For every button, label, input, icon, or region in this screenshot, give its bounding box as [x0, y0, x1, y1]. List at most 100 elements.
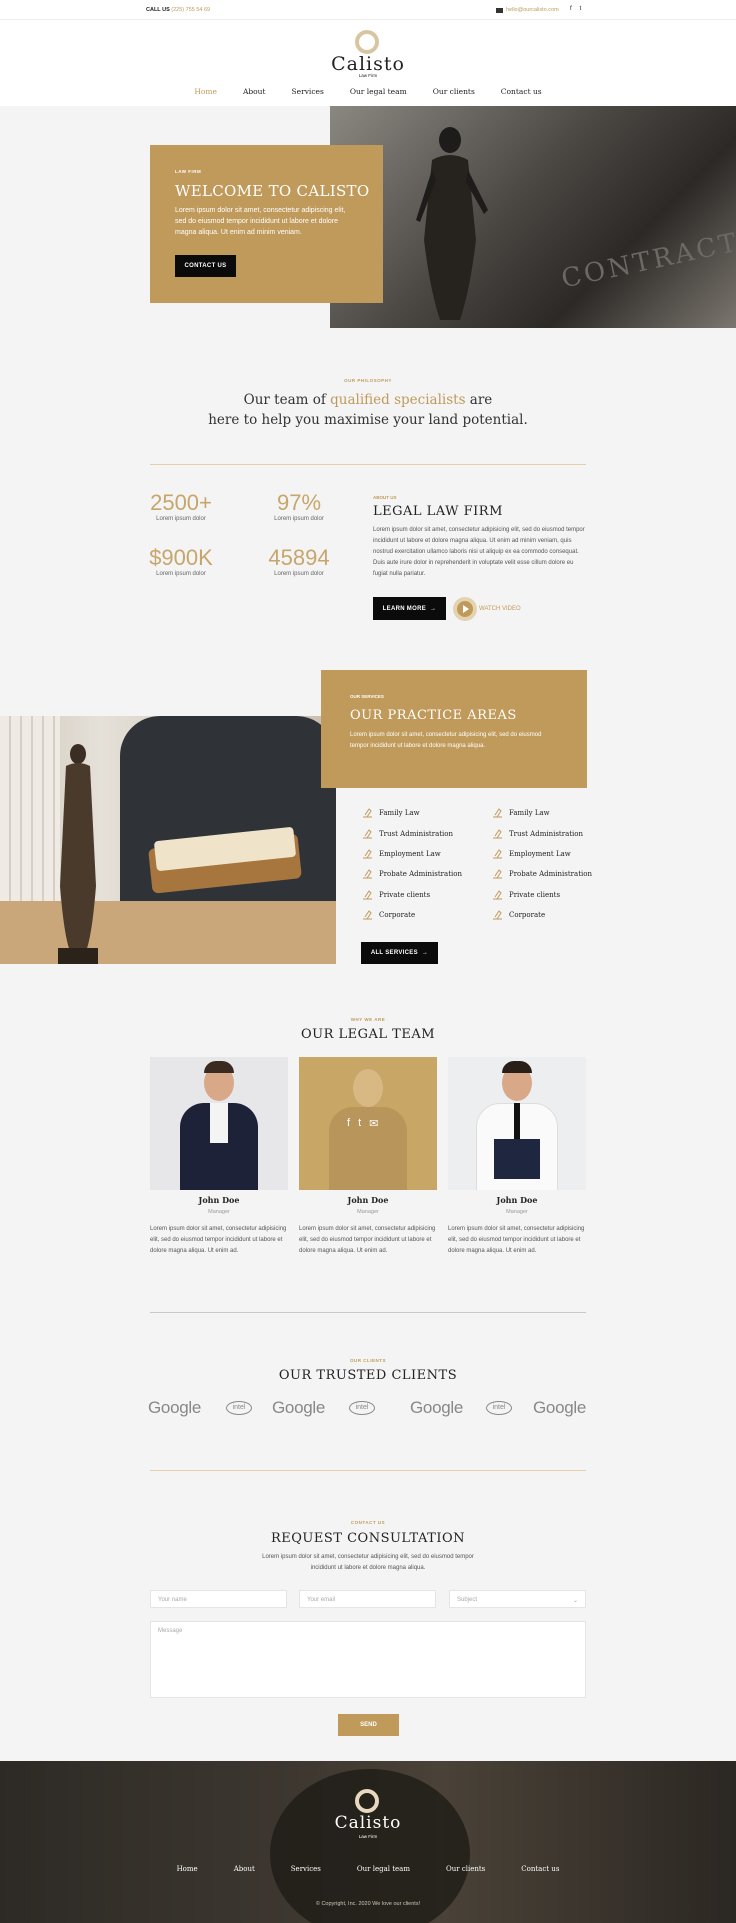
client-logo-google: Google — [272, 1398, 326, 1417]
practice-area-item[interactable]: Employment Law — [361, 847, 441, 860]
all-services-label: ALL SERVICES — [370, 950, 418, 956]
practice-area-item[interactable]: Trust Administration — [361, 827, 453, 840]
arrow-right-icon: → — [430, 605, 437, 612]
stat-label: Lorem ipsum dolor — [274, 571, 324, 577]
lawyer-reading-image — [0, 716, 336, 964]
facebook-icon[interactable]: f — [347, 1117, 350, 1130]
practice-area-label: Employment Law — [509, 849, 571, 858]
practice-area-item[interactable]: Family Law — [361, 806, 420, 819]
email-input[interactable]: Your email — [299, 1590, 436, 1608]
send-button[interactable]: SEND — [338, 1714, 399, 1736]
nav-home[interactable]: Home — [194, 87, 217, 96]
about-title: LEGAL LAW FIRM — [373, 504, 503, 519]
client-logo-google: Google — [533, 1398, 587, 1417]
subject-select[interactable]: Subject ⌄ — [449, 1590, 586, 1608]
justice-statue-icon — [416, 127, 488, 320]
site-footer: Calisto Law Firm Home About Services Our… — [0, 1761, 736, 1923]
practice-area-item[interactable]: Employment Law — [491, 847, 571, 860]
gavel-icon — [493, 910, 502, 920]
team-kicker: WHY WE ARE — [350, 1017, 386, 1022]
play-icon — [463, 605, 469, 613]
learn-more-label: LEARN MORE — [382, 605, 427, 612]
nav-legal-team[interactable]: Our legal team — [350, 87, 407, 96]
stat-label: Lorem ipsum dolor — [156, 571, 206, 577]
stat-value: $900K — [149, 545, 213, 570]
phone-link[interactable]: (225) 755 54 69 — [171, 7, 210, 13]
practice-area-label: Family Law — [379, 808, 420, 817]
practice-area-label: Probate Administration — [509, 869, 592, 878]
practice-area-item[interactable]: Corporate — [361, 908, 415, 921]
phil-text-c: are — [465, 392, 493, 408]
social-links: f t — [570, 6, 581, 12]
footer-nav-home[interactable]: Home — [177, 1865, 198, 1873]
services-kicker: OUR SERVICES — [350, 694, 384, 699]
footer-nav-about[interactable]: About — [234, 1865, 255, 1873]
email-link[interactable]: hello@ourcalisto.com — [506, 7, 559, 13]
philosophy-statement: Our team of qualified specialists are he… — [0, 390, 736, 430]
footer-tagline: Law Firm — [358, 1834, 378, 1839]
gavel-icon — [493, 869, 502, 879]
name-input[interactable]: Your name — [150, 1590, 287, 1608]
client-logo-google: Google — [148, 1398, 202, 1417]
practice-area-label: Corporate — [509, 910, 546, 919]
subject-label: Subject — [457, 1597, 478, 1603]
all-services-button[interactable]: ALL SERVICES → — [361, 942, 438, 964]
practice-area-item[interactable]: Private clients — [491, 888, 560, 901]
logo-icon[interactable] — [355, 30, 379, 54]
practice-area-item[interactable]: Probate Administration — [361, 867, 462, 880]
mail-icon[interactable]: ✉ — [369, 1117, 378, 1130]
footer-nav-services[interactable]: Services — [291, 1865, 321, 1873]
twitter-icon[interactable]: t — [358, 1117, 361, 1130]
nav-contact[interactable]: Contact us — [501, 87, 542, 96]
practice-area-label: Employment Law — [379, 849, 441, 858]
practice-text: Lorem ipsum dolor sit amet, consectetur … — [350, 732, 542, 749]
twitter-icon[interactable]: t — [580, 6, 582, 12]
practice-area-item[interactable]: Private clients — [361, 888, 430, 901]
footer-logo-icon[interactable] — [355, 1789, 379, 1813]
play-video-button[interactable] — [453, 597, 477, 621]
team-member-role: Manager — [208, 1209, 230, 1215]
contact-text: Lorem ipsum dolor sit amet, consectetur … — [262, 1554, 474, 1571]
team-member-bio: Lorem ipsum dolor sit amet, consectetur … — [299, 1226, 436, 1254]
contact-us-button[interactable]: CONTACT US — [175, 255, 236, 277]
practice-area-label: Family Law — [509, 808, 550, 817]
watch-video-link[interactable]: WATCH VIDEO — [479, 606, 521, 612]
footer-logo-text[interactable]: Calisto — [0, 1813, 736, 1833]
clients-kicker: OUR CLIENTS — [349, 1358, 386, 1363]
practice-area-label: Probate Administration — [379, 869, 462, 878]
team-member-role: Manager — [506, 1209, 528, 1215]
team-member-photo[interactable] — [150, 1057, 288, 1190]
practice-area-item[interactable]: Probate Administration — [491, 867, 592, 880]
learn-more-button[interactable]: LEARN MORE → — [373, 597, 446, 620]
about-text: Lorem ipsum dolor sit amet, consectetur … — [373, 527, 585, 577]
logo-text[interactable]: Calisto — [0, 53, 736, 75]
practice-area-item[interactable]: Corporate — [491, 908, 545, 921]
team-member-bio: Lorem ipsum dolor sit amet, consectetur … — [150, 1226, 287, 1254]
team-member-role: Manager — [357, 1209, 379, 1215]
email-contact[interactable]: hello@ourcalisto.com — [496, 7, 559, 13]
footer-nav-clients[interactable]: Our clients — [446, 1865, 485, 1873]
hero-text: Lorem ipsum dolor sit amet, consectetur … — [175, 207, 346, 236]
nav-services[interactable]: Services — [292, 87, 324, 96]
contract-paper-text: CONTRACT — [558, 227, 736, 295]
footer-nav-legal-team[interactable]: Our legal team — [357, 1865, 410, 1873]
gavel-icon — [493, 808, 502, 818]
nav-about[interactable]: About — [243, 87, 266, 96]
philosophy-kicker: OUR PHILOSOPHY — [344, 378, 392, 383]
team-member-name: John Doe — [347, 1195, 389, 1205]
footer-nav-contact[interactable]: Contact us — [521, 1865, 559, 1873]
practice-area-item[interactable]: Trust Administration — [491, 827, 583, 840]
mail-icon — [496, 7, 503, 13]
practice-area-item[interactable]: Family Law — [491, 806, 550, 819]
nav-clients[interactable]: Our clients — [433, 87, 475, 96]
team-member-photo[interactable] — [448, 1057, 586, 1190]
client-logo-google: Google — [410, 1398, 464, 1417]
gavel-icon — [363, 869, 372, 879]
message-textarea[interactable]: Message — [150, 1621, 586, 1698]
practice-area-label: Corporate — [379, 910, 416, 919]
gavel-icon — [363, 890, 372, 900]
statue-icon — [58, 744, 98, 964]
call-label: CALL US — [146, 7, 170, 13]
facebook-icon[interactable]: f — [570, 6, 572, 12]
team-member-photo[interactable]: f t ✉ — [299, 1057, 437, 1190]
